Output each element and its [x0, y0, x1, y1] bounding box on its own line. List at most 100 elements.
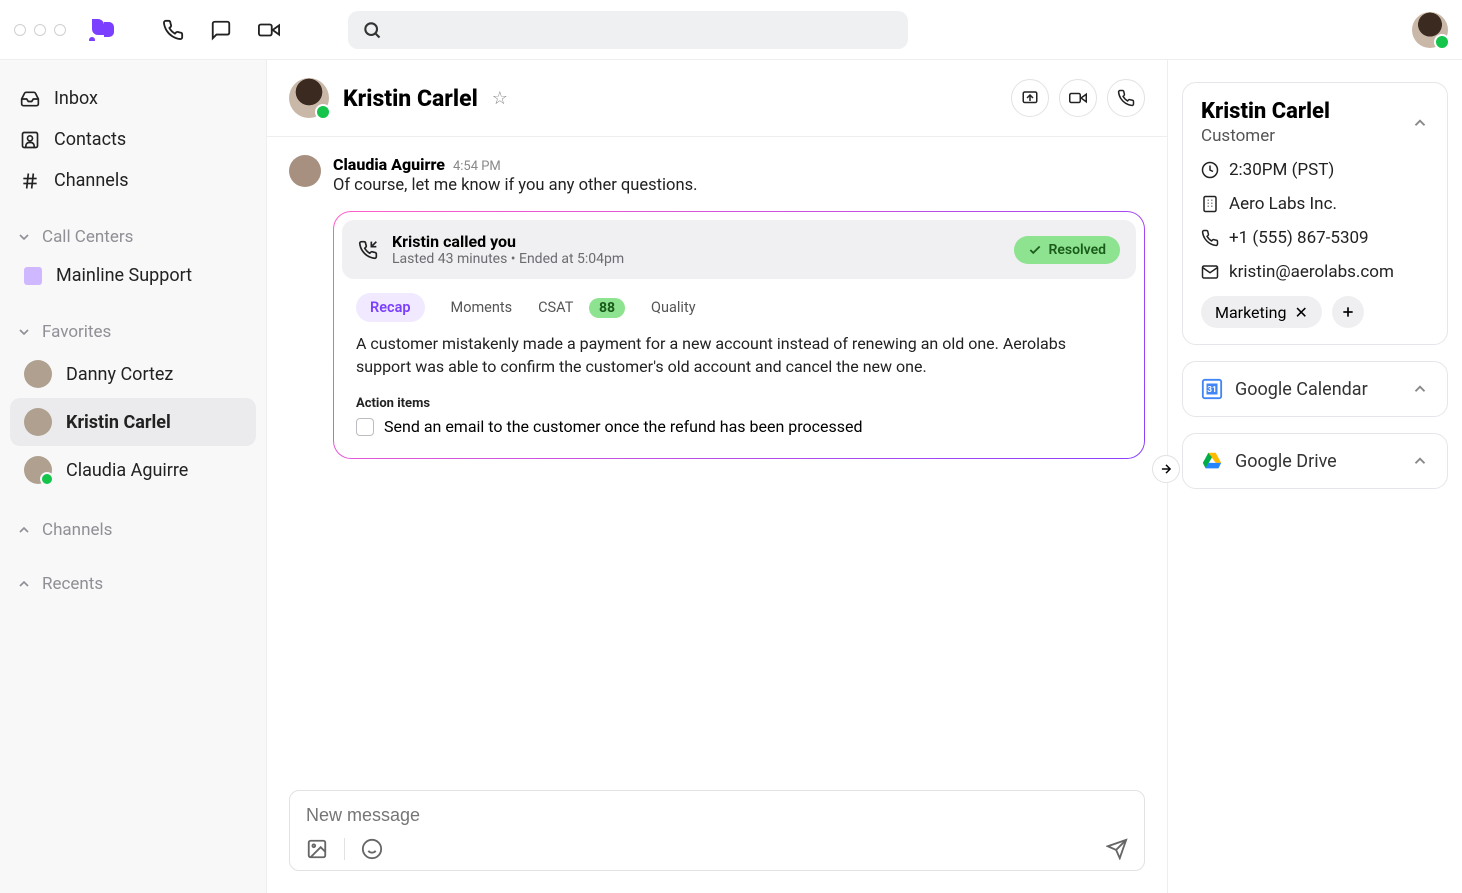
contact-role: Customer: [1201, 126, 1330, 146]
message-icon[interactable]: [210, 19, 232, 41]
composer-input[interactable]: [306, 805, 1128, 826]
search-bar[interactable]: [348, 11, 908, 49]
avatar: [24, 360, 52, 388]
phone-call-button[interactable]: [1107, 79, 1145, 117]
google-calendar-icon: 31: [1201, 378, 1223, 400]
avatar: [24, 408, 52, 436]
author-avatar: [289, 155, 321, 187]
screen-share-button[interactable]: [1011, 79, 1049, 117]
info-time: 2:30PM (PST): [1201, 160, 1429, 180]
integration-google-calendar[interactable]: 31 Google Calendar: [1182, 361, 1448, 417]
section-label: Favorites: [42, 322, 111, 342]
message: Claudia Aguirre 4:54 PM Of course, let m…: [289, 155, 1145, 459]
chat-panel: Kristin Carlel ☆ Claudia Aguirre 4:54 PM…: [267, 60, 1168, 893]
favorite-kristin[interactable]: Kristin Carlel: [10, 398, 256, 446]
phone-icon: [1201, 229, 1219, 247]
collapse-details-button[interactable]: [1152, 455, 1180, 483]
info-email: kristin@aerolabs.com: [1201, 262, 1429, 282]
chevron-up-icon: [1411, 452, 1429, 470]
item-label: Mainline Support: [56, 265, 192, 286]
avatar: [24, 456, 52, 484]
tag-marketing[interactable]: Marketing ✕: [1201, 296, 1322, 328]
tab-label: Moments: [451, 299, 513, 316]
chevron-up-icon[interactable]: [1411, 114, 1429, 132]
call-center-mainline[interactable]: Mainline Support: [10, 255, 256, 296]
section-channels[interactable]: Channels: [10, 512, 256, 548]
google-drive-icon: [1201, 450, 1223, 472]
star-icon[interactable]: ☆: [492, 88, 508, 109]
close-dot[interactable]: [14, 24, 26, 36]
tab-recap[interactable]: Recap: [356, 293, 425, 322]
item-label: Claudia Aguirre: [66, 460, 188, 481]
tag-label: Marketing: [1215, 303, 1286, 322]
call-summary-card: Kristin called you Lasted 43 minutes • E…: [333, 211, 1145, 459]
tab-label: CSAT: [538, 299, 573, 316]
chevron-up-icon: [16, 576, 32, 592]
app-header: [0, 0, 1462, 60]
user-avatar[interactable]: [1412, 12, 1448, 48]
chat-body: Claudia Aguirre 4:54 PM Of course, let m…: [267, 137, 1167, 790]
card-subtitle: Lasted 43 minutes • Ended at 5:04pm: [392, 251, 624, 267]
search-icon: [362, 20, 382, 40]
chevron-up-icon: [1411, 380, 1429, 398]
section-recents[interactable]: Recents: [10, 566, 256, 602]
section-call-centers[interactable]: Call Centers: [10, 219, 256, 255]
tab-csat[interactable]: CSAT 88: [538, 298, 625, 318]
item-label: Danny Cortez: [66, 364, 173, 385]
nav-label: Inbox: [54, 88, 98, 109]
minimize-dot[interactable]: [34, 24, 46, 36]
send-icon[interactable]: [1106, 838, 1128, 860]
chevron-down-icon: [16, 229, 32, 245]
header-actions: [162, 19, 280, 41]
contact-name: Kristin Carlel: [1201, 99, 1330, 124]
status-text: Resolved: [1048, 242, 1106, 258]
nav-channels[interactable]: Channels: [10, 160, 256, 201]
info-phone: +1 (555) 867-5309: [1201, 228, 1429, 248]
integration-google-drive[interactable]: Google Drive: [1182, 433, 1448, 489]
divider: [344, 838, 345, 860]
message-composer[interactable]: [289, 790, 1145, 871]
favorite-claudia[interactable]: Claudia Aguirre: [10, 446, 256, 494]
info-value: Aero Labs Inc.: [1229, 194, 1337, 214]
window-controls: [14, 24, 66, 36]
clock-icon: [1201, 161, 1219, 179]
chevron-down-icon: [16, 324, 32, 340]
sidebar: Inbox Contacts Channels Call Centers Mai…: [0, 60, 267, 893]
emoji-icon[interactable]: [361, 838, 383, 860]
search-input[interactable]: [392, 21, 894, 38]
integration-label: Google Calendar: [1235, 379, 1368, 400]
favorite-danny[interactable]: Danny Cortez: [10, 350, 256, 398]
item-label: Kristin Carlel: [66, 412, 171, 433]
contact-avatar: [289, 78, 329, 118]
tags-row: Marketing ✕: [1201, 296, 1429, 328]
video-call-button[interactable]: [1059, 79, 1097, 117]
nav-label: Contacts: [54, 129, 126, 150]
info-company: Aero Labs Inc.: [1201, 194, 1429, 214]
phone-icon[interactable]: [162, 19, 184, 41]
action-text: Send an email to the customer once the r…: [384, 417, 863, 436]
maximize-dot[interactable]: [54, 24, 66, 36]
action-item: Send an email to the customer once the r…: [342, 417, 1136, 450]
nav-inbox[interactable]: Inbox: [10, 78, 256, 119]
tab-moments[interactable]: Moments: [451, 299, 513, 316]
recap-text: A customer mistakenly made a payment for…: [342, 332, 1136, 388]
add-tag-button[interactable]: [1332, 296, 1364, 328]
incoming-call-icon: [358, 240, 378, 260]
card-tabs: Recap Moments CSAT 88 Quality: [342, 279, 1136, 332]
check-icon: [1028, 243, 1042, 257]
tab-quality[interactable]: Quality: [651, 299, 696, 316]
csat-score: 88: [589, 298, 625, 318]
chevron-up-icon: [16, 522, 32, 538]
nav-contacts[interactable]: Contacts: [10, 119, 256, 160]
plus-icon: [1340, 304, 1356, 320]
section-label: Call Centers: [42, 227, 133, 247]
image-icon[interactable]: [306, 838, 328, 860]
close-icon[interactable]: ✕: [1294, 303, 1307, 322]
card-title: Kristin called you: [392, 232, 624, 251]
checkbox[interactable]: [356, 418, 374, 436]
action-items-header: Action items: [342, 388, 1136, 417]
video-icon[interactable]: [258, 19, 280, 41]
tab-label: Quality: [651, 299, 696, 316]
section-favorites[interactable]: Favorites: [10, 314, 256, 350]
author-name: Claudia Aguirre: [333, 155, 445, 174]
